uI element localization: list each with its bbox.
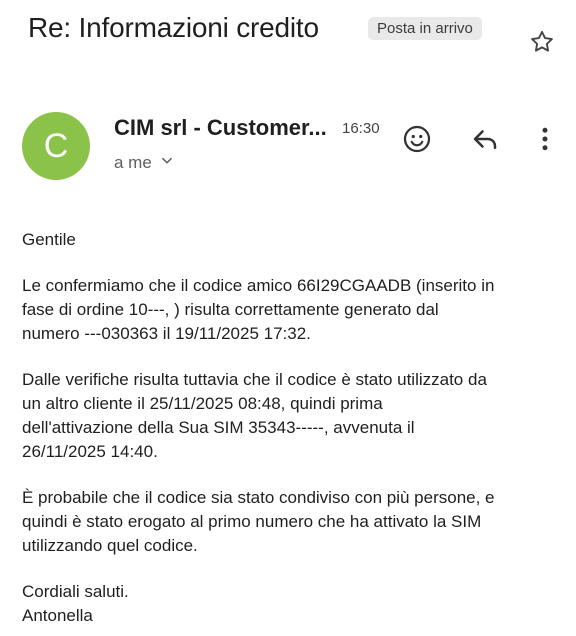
email-signature: Cordiali saluti. Antonella bbox=[22, 582, 129, 625]
avatar[interactable]: C bbox=[22, 112, 90, 180]
email-body: Gentile Le confermiamo che il codice ami… bbox=[22, 228, 562, 628]
email-header: Re: Informazioni credito Posta in arrivo bbox=[28, 10, 548, 50]
inbox-label-chip[interactable]: Posta in arrivo bbox=[368, 17, 482, 40]
recipient-details-toggle[interactable]: a me bbox=[114, 153, 174, 173]
emoji-reaction-icon bbox=[403, 125, 431, 153]
email-paragraph: È probabile che il codice sia stato cond… bbox=[22, 488, 495, 555]
recipient-label: a me bbox=[114, 153, 152, 172]
sent-time: 16:30 bbox=[342, 120, 380, 137]
email-paragraph: Dalle verifiche risulta tuttavia che il … bbox=[22, 370, 487, 461]
sender-name[interactable]: CIM srl - Customer... bbox=[114, 115, 327, 141]
reply-button[interactable] bbox=[468, 122, 502, 156]
star-icon[interactable] bbox=[528, 28, 556, 56]
emoji-reaction-button[interactable] bbox=[400, 122, 434, 156]
email-greeting: Gentile bbox=[22, 230, 76, 249]
email-paragraph: Le confermiamo che il codice amico 66I29… bbox=[22, 276, 495, 343]
sender-row: C CIM srl - Customer... 16:30 a me bbox=[22, 110, 562, 182]
more-options-button[interactable] bbox=[528, 122, 562, 156]
email-subject: Re: Informazioni credito bbox=[28, 12, 319, 43]
reply-icon bbox=[473, 130, 497, 149]
chevron-down-icon bbox=[160, 153, 174, 173]
more-vert-icon bbox=[542, 127, 548, 151]
